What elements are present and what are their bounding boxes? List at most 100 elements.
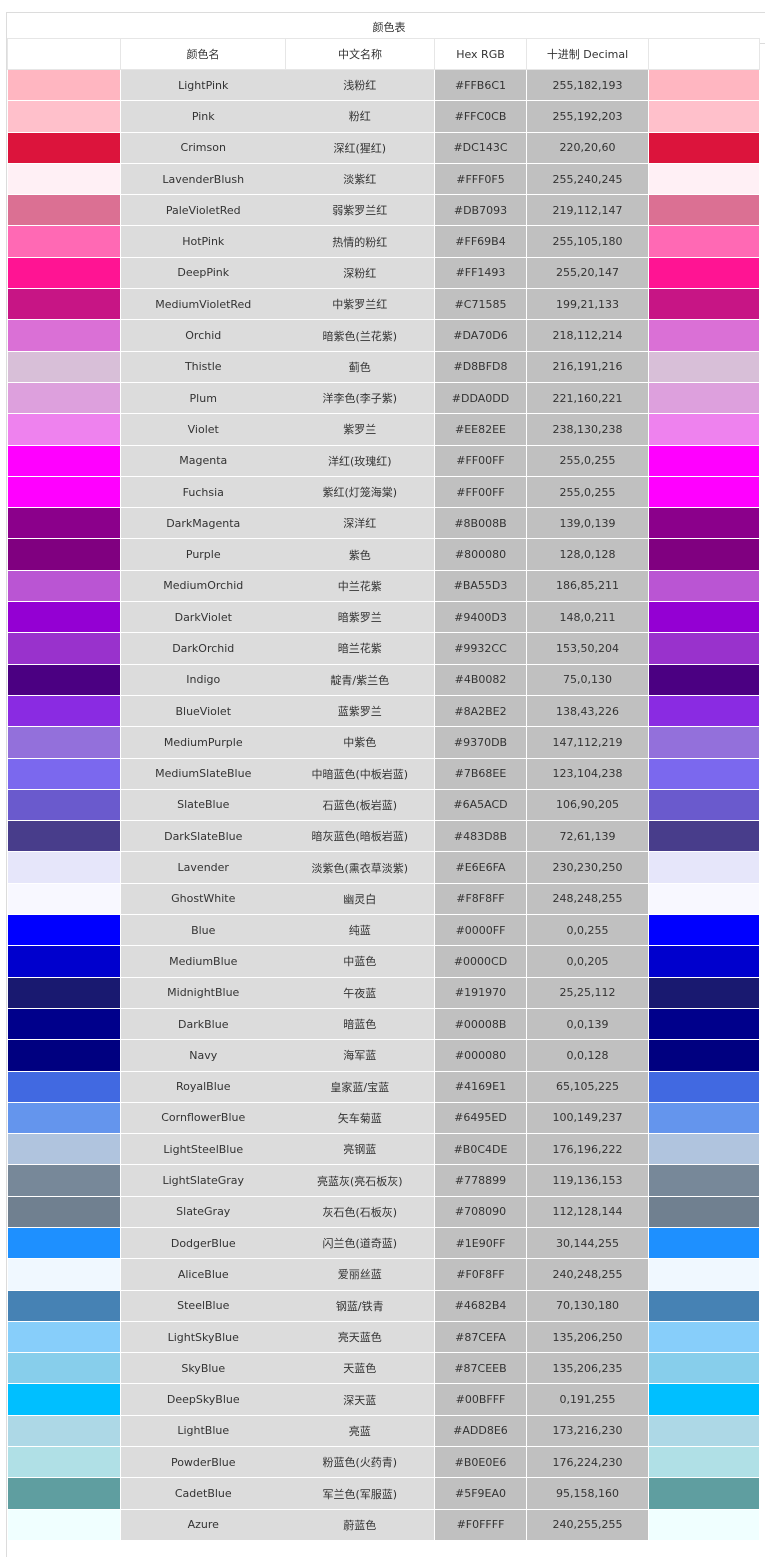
chinese-name-cell: 靛青/紫兰色	[285, 663, 435, 696]
table-row: MediumSlateBlue 中暗蓝色(中板岩蓝) #7B68EE 123,104,…	[7, 757, 760, 790]
chinese-name-cell: 中兰花紫	[285, 569, 435, 603]
color-swatch-right	[648, 663, 760, 696]
hex-rgb-cell: #FFB6C1	[434, 68, 527, 102]
color-swatch-left	[7, 507, 121, 540]
chinese-name-cell: 深粉红	[285, 256, 435, 290]
color-swatch-left	[7, 757, 121, 790]
color-swatch-left	[7, 1446, 121, 1479]
decimal-cell: 25,25,112	[526, 976, 649, 1009]
header-chinese-name: 中文名称	[285, 38, 435, 70]
color-swatch-left	[7, 569, 121, 603]
hex-rgb-cell: #708090	[434, 1195, 527, 1228]
color-swatch-right	[648, 1258, 760, 1291]
hex-rgb-cell: #6A5ACD	[434, 788, 527, 822]
color-name-cell: PaleVioletRed	[120, 194, 286, 227]
table-row: MediumPurple 中紫色 #9370DB 147,112,219	[7, 726, 760, 759]
color-name-cell: LavenderBlush	[120, 162, 286, 196]
color-name-cell: Purple	[120, 538, 286, 571]
hex-rgb-cell: #4169E1	[434, 1070, 527, 1103]
hex-rgb-cell: #D8BFD8	[434, 350, 527, 383]
color-swatch-left	[7, 444, 121, 477]
hex-rgb-cell: #0000CD	[434, 945, 527, 978]
table-row: LightSlateGray 亮蓝灰(亮石板灰) #778899 119,136,15…	[7, 1164, 760, 1197]
color-swatch-right	[648, 945, 760, 978]
color-swatch-left	[7, 1508, 121, 1541]
color-swatch-left	[7, 1039, 121, 1072]
color-table-wrapper: 颜色名 中文名称 Hex RGB 十进制 Decimal LightPink 浅粉…	[7, 38, 760, 1541]
hex-rgb-cell: #F0F8FF	[434, 1258, 527, 1291]
chinese-name-cell: 深洋红	[285, 507, 435, 540]
table-row: Blue 纯蓝 #0000FF 0,0,255	[7, 914, 760, 947]
table-row: DarkOrchid 暗兰花紫 #9932CC 153,50,204	[7, 632, 760, 665]
chinese-name-cell: 蓟色	[285, 350, 435, 383]
hex-rgb-cell: #483D8B	[434, 820, 527, 853]
table-row: LavenderBlush 淡紫红 #FFF0F5 255,240,245	[7, 162, 760, 196]
decimal-cell: 216,191,216	[526, 350, 649, 383]
color-swatch-right	[648, 1039, 760, 1072]
table-row: Indigo 靛青/紫兰色 #4B0082 75,0,130	[7, 663, 760, 696]
decimal-cell: 255,240,245	[526, 162, 649, 196]
color-swatch-left	[7, 1477, 121, 1510]
table-row: DodgerBlue 闪兰色(道奇蓝) #1E90FF 30,144,255	[7, 1226, 760, 1260]
color-swatch-left	[7, 726, 121, 759]
decimal-cell: 30,144,255	[526, 1226, 649, 1260]
chinese-name-cell: 天蓝色	[285, 1352, 435, 1385]
decimal-cell: 240,248,255	[526, 1258, 649, 1291]
color-name-cell: Blue	[120, 914, 286, 947]
table-row: PowderBlue 粉蓝色(火药青) #B0E0E6 176,224,230	[7, 1446, 760, 1479]
color-swatch-left	[7, 851, 121, 884]
chinese-name-cell: 热情的粉红	[285, 225, 435, 258]
color-swatch-left	[7, 1070, 121, 1103]
chinese-name-cell: 午夜蓝	[285, 976, 435, 1009]
color-name-cell: MediumSlateBlue	[120, 757, 286, 790]
color-name-cell: LightSteelBlue	[120, 1133, 286, 1166]
chinese-name-cell: 蓝紫罗兰	[285, 694, 435, 728]
color-swatch-right	[648, 1007, 760, 1041]
decimal-cell: 75,0,130	[526, 663, 649, 696]
color-swatch-right	[648, 1320, 760, 1354]
chinese-name-cell: 暗蓝色	[285, 1007, 435, 1041]
chinese-name-cell: 海军蓝	[285, 1039, 435, 1072]
hex-rgb-cell: #7B68EE	[434, 757, 527, 790]
table-row: Orchid 暗紫色(兰花紫) #DA70D6 218,112,214	[7, 319, 760, 352]
hex-rgb-cell: #9932CC	[434, 632, 527, 665]
hex-rgb-cell: #ADD8E6	[434, 1414, 527, 1448]
table-row: SteelBlue 钢蓝/铁青 #4682B4 70,130,180	[7, 1289, 760, 1322]
color-swatch-left	[7, 1320, 121, 1354]
chinese-name-cell: 紫罗兰	[285, 413, 435, 446]
header-swatch-right	[648, 38, 760, 70]
color-swatch-left	[7, 1164, 121, 1197]
decimal-cell: 230,230,250	[526, 851, 649, 884]
table-row: Fuchsia 紫红(灯笼海棠) #FF00FF 255,0,255	[7, 475, 760, 509]
chinese-name-cell: 暗紫色(兰花紫)	[285, 319, 435, 352]
color-name-cell: SlateBlue	[120, 788, 286, 822]
color-swatch-right	[648, 162, 760, 196]
color-name-cell: BlueViolet	[120, 694, 286, 728]
hex-rgb-cell: #191970	[434, 976, 527, 1009]
color-swatch-right	[648, 381, 760, 415]
hex-rgb-cell: #DDA0DD	[434, 381, 527, 415]
color-swatch-left	[7, 194, 121, 227]
hex-rgb-cell: #FF69B4	[434, 225, 527, 258]
chinese-name-cell: 粉红	[285, 100, 435, 133]
color-swatch-left	[7, 1289, 121, 1322]
table-row: DeepPink 深粉红 #FF1493 255,20,147	[7, 256, 760, 290]
table-row: Purple 紫色 #800080 128,0,128	[7, 538, 760, 571]
table-row: BlueViolet 蓝紫罗兰 #8A2BE2 138,43,226	[7, 694, 760, 728]
header-swatch-left	[7, 38, 121, 70]
decimal-cell: 199,21,133	[526, 288, 649, 321]
color-swatch-left	[7, 100, 121, 133]
chinese-name-cell: 纯蓝	[285, 914, 435, 947]
chinese-name-cell: 中蓝色	[285, 945, 435, 978]
table-row: SlateBlue 石蓝色(板岩蓝) #6A5ACD 106,90,205	[7, 788, 760, 822]
color-name-cell: Lavender	[120, 851, 286, 884]
color-swatch-right	[648, 68, 760, 102]
color-swatch-right	[648, 726, 760, 759]
color-swatch-right	[648, 632, 760, 665]
hex-rgb-cell: #E6E6FA	[434, 851, 527, 884]
chinese-name-cell: 淡紫红	[285, 162, 435, 196]
chinese-name-cell: 矢车菊蓝	[285, 1101, 435, 1135]
color-swatch-left	[7, 538, 121, 571]
table-row: LightPink 浅粉红 #FFB6C1 255,182,193	[7, 68, 760, 102]
decimal-cell: 123,104,238	[526, 757, 649, 790]
